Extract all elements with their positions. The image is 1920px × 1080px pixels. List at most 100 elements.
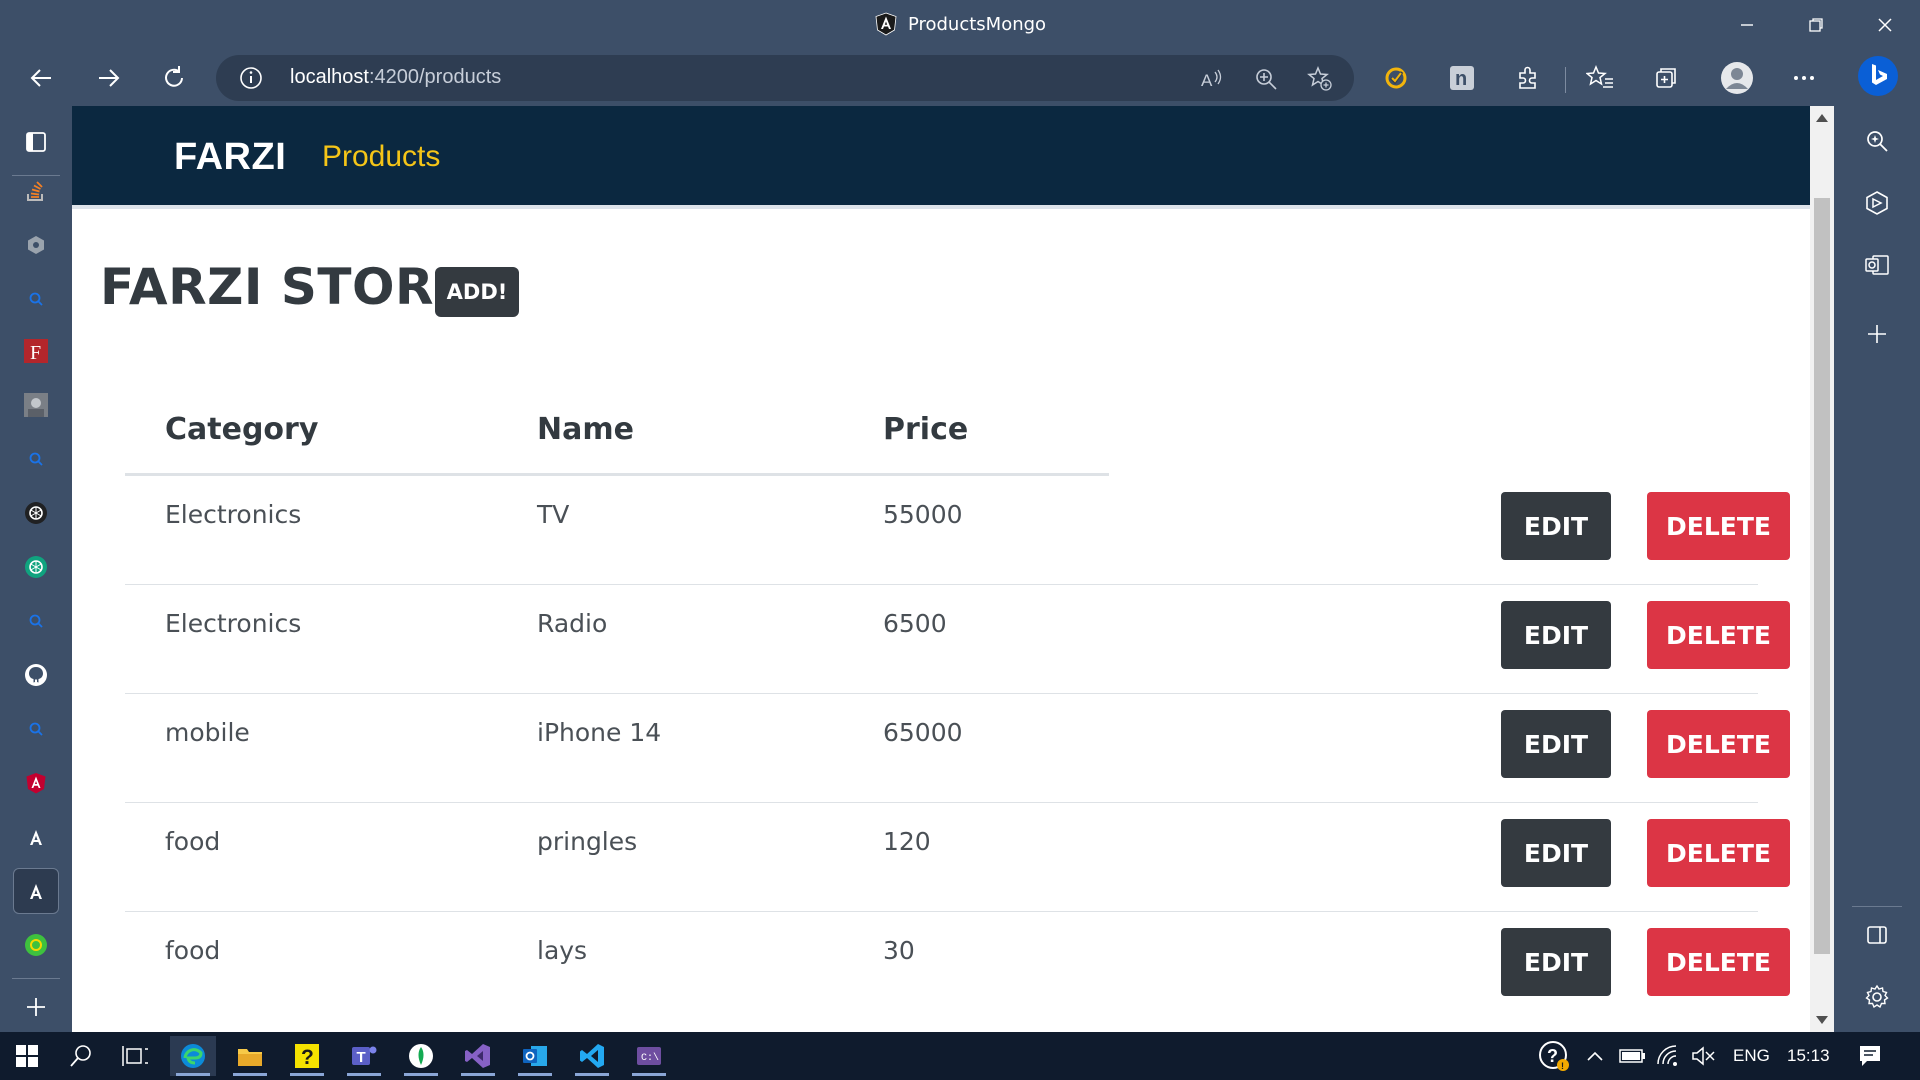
restore-button[interactable] <box>1793 8 1839 42</box>
green-circle-icon <box>25 934 47 956</box>
cell-price: 120 <box>883 827 931 856</box>
edit-button[interactable]: EDIT <box>1501 601 1611 669</box>
sidebar-outlook-button[interactable] <box>1854 242 1900 288</box>
refresh-button[interactable] <box>155 60 193 96</box>
tab-chatgpt-2[interactable] <box>13 544 59 590</box>
back-button[interactable] <box>23 60 61 96</box>
taskbar-edge[interactable] <box>170 1036 216 1076</box>
nav-link-products[interactable]: Products <box>322 140 440 174</box>
tab-search-3[interactable] <box>13 598 59 644</box>
taskbar-mongodb-compass[interactable] <box>398 1036 444 1076</box>
favorites-button[interactable] <box>1582 60 1618 96</box>
bing-icon <box>1858 56 1898 96</box>
wifi-icon <box>1657 1045 1677 1066</box>
read-aloud-button[interactable]: A <box>1198 65 1226 93</box>
taskbar-terminal[interactable]: C:\ <box>626 1036 672 1076</box>
delete-button[interactable]: DELETE <box>1647 819 1790 887</box>
minimize-button[interactable] <box>1724 8 1770 42</box>
collections-button[interactable] <box>1648 60 1684 96</box>
taskbar-outlook[interactable] <box>512 1036 558 1076</box>
edit-button[interactable]: EDIT <box>1501 492 1611 560</box>
scroll-thumb[interactable] <box>1814 198 1830 954</box>
delete-button[interactable]: DELETE <box>1647 601 1790 669</box>
tab-photo[interactable] <box>13 382 59 428</box>
vertical-scrollbar[interactable] <box>1810 106 1834 1032</box>
add-favorite-button[interactable] <box>1306 65 1334 93</box>
tab-angular-dark[interactable] <box>13 814 59 860</box>
svg-text:A: A <box>1201 71 1213 90</box>
new-tab-button[interactable] <box>13 984 59 1030</box>
taskbar-teams[interactable]: T <box>341 1036 387 1076</box>
sidebar-settings-button[interactable] <box>1854 974 1900 1020</box>
windows-logo-icon <box>16 1045 38 1067</box>
scroll-down-arrow[interactable] <box>1816 1016 1828 1024</box>
tab-search-1[interactable] <box>13 276 59 322</box>
tab-stackoverflow[interactable] <box>13 168 59 214</box>
tab-productsmongo-active[interactable] <box>13 868 59 914</box>
taskbar-vscode[interactable] <box>569 1036 615 1076</box>
brand-logo[interactable]: FARZI <box>174 136 286 179</box>
scroll-up-arrow[interactable] <box>1816 114 1828 122</box>
sidebar-search-button[interactable] <box>1854 118 1900 164</box>
tray-volume-button[interactable] <box>1682 1036 1726 1076</box>
tab-chatgpt-1[interactable] <box>13 490 59 536</box>
cell-name: iPhone 14 <box>537 718 662 747</box>
task-view-button[interactable] <box>112 1036 158 1076</box>
zoom-button[interactable] <box>1252 65 1280 93</box>
edit-button[interactable]: EDIT <box>1501 710 1611 778</box>
tab-angular-red[interactable] <box>13 760 59 806</box>
search-icon <box>70 1045 91 1067</box>
tab-github[interactable] <box>13 652 59 698</box>
tab-search-4[interactable] <box>13 706 59 752</box>
collections-icon <box>1656 68 1676 88</box>
tab-search-2[interactable] <box>13 436 59 482</box>
info-icon[interactable] <box>238 65 264 91</box>
tab-actions-button[interactable] <box>13 119 59 165</box>
sidebar-separator <box>12 978 60 979</box>
tray-language[interactable]: ENG <box>1733 1046 1770 1066</box>
cell-name: pringles <box>537 827 638 856</box>
edit-button[interactable]: EDIT <box>1501 928 1611 996</box>
delete-button[interactable]: DELETE <box>1647 492 1790 560</box>
sidebar-separator <box>1852 906 1902 907</box>
sidebar-copilot-button[interactable] <box>1854 180 1900 226</box>
extensions-button[interactable] <box>1510 60 1546 96</box>
sidebar-add-button[interactable] <box>1854 311 1900 357</box>
delete-button[interactable]: DELETE <box>1647 928 1790 996</box>
chevron-up-icon <box>1587 1051 1603 1061</box>
start-button[interactable] <box>4 1036 50 1076</box>
taskbar-file-explorer[interactable] <box>227 1036 273 1076</box>
extension-n-button[interactable]: n <box>1444 60 1480 96</box>
taskbar-search-button[interactable] <box>58 1036 104 1076</box>
notifications-button[interactable] <box>1847 1036 1893 1076</box>
delete-button[interactable]: DELETE <box>1647 710 1790 778</box>
svg-text:!: ! <box>1561 1061 1564 1071</box>
tab-f-site[interactable]: F <box>13 328 59 374</box>
url-text[interactable]: localhost:4200/products <box>290 66 501 89</box>
tab-shield[interactable] <box>13 222 59 268</box>
taskbar-help-app[interactable]: ? <box>284 1036 330 1076</box>
add-button[interactable]: ADD! <box>435 267 519 317</box>
tray-help-button[interactable]: ?! <box>1531 1036 1577 1076</box>
taskbar-visual-studio[interactable] <box>455 1036 501 1076</box>
bing-button[interactable] <box>1856 54 1900 98</box>
read-aloud-icon: A <box>1201 69 1222 90</box>
norton-icon <box>1385 67 1407 89</box>
more-menu-button[interactable] <box>1786 60 1822 96</box>
forward-button[interactable] <box>89 60 127 96</box>
tray-clock[interactable]: 15:13 <box>1787 1046 1830 1066</box>
cell-name: TV <box>537 500 570 529</box>
column-header-price: Price <box>883 412 969 447</box>
teams-icon: T <box>352 1046 377 1066</box>
edit-button[interactable]: EDIT <box>1501 819 1611 887</box>
tab-green-app[interactable] <box>13 922 59 968</box>
mongodb-icon <box>409 1044 433 1068</box>
angular-icon <box>26 773 46 794</box>
close-button[interactable] <box>1862 8 1908 42</box>
hide-sidebar-button[interactable] <box>1854 912 1900 958</box>
address-bar[interactable]: localhost:4200/products A <box>216 55 1354 101</box>
more-dots-icon <box>1794 76 1814 80</box>
column-header-category: Category <box>165 412 319 447</box>
extension-norton-button[interactable] <box>1378 60 1414 96</box>
profile-button[interactable] <box>1719 60 1755 96</box>
